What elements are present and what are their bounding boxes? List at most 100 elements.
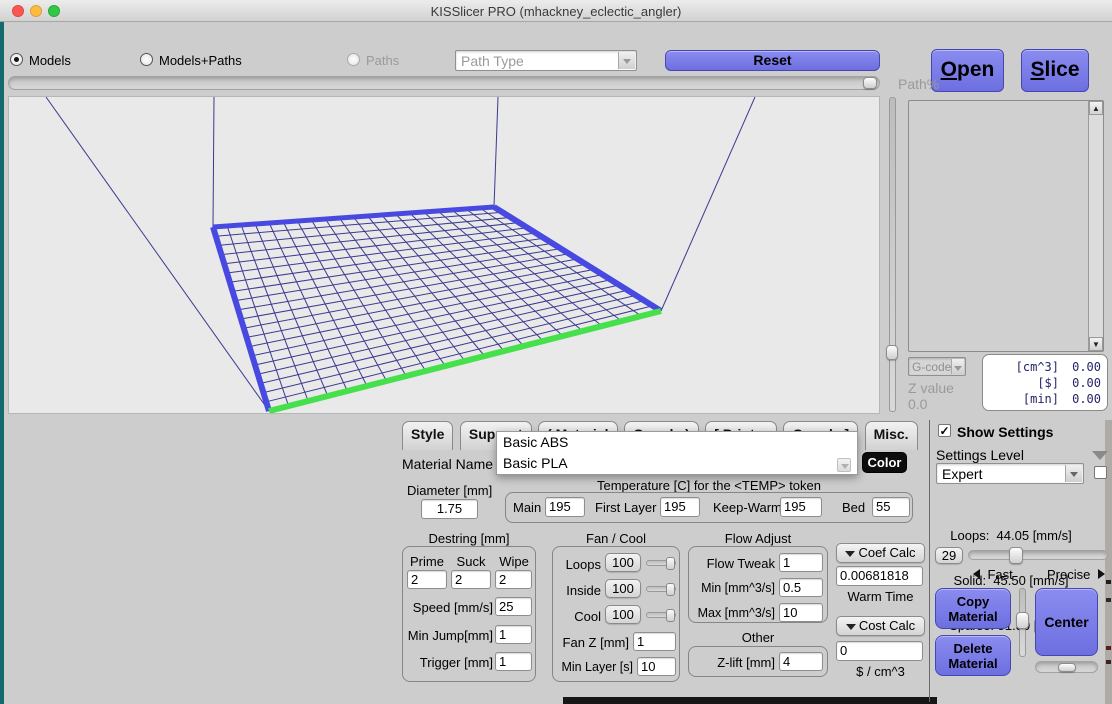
show-settings-checkbox[interactable]: ✓ xyxy=(938,424,951,437)
model-viewport[interactable] xyxy=(8,96,880,414)
destring-speed-input[interactable]: 25 xyxy=(495,597,532,616)
gcode-select: G-code xyxy=(908,357,966,376)
temp-bed-input[interactable]: 55 xyxy=(872,497,910,517)
cost-calc-button[interactable]: Cost Calc xyxy=(836,616,925,636)
flow-min-label: Min [mm^3/s] xyxy=(689,581,775,595)
color-button[interactable]: Color xyxy=(862,452,907,473)
z-value: 0.0 xyxy=(908,396,927,412)
flow-max-input[interactable]: 10 xyxy=(779,603,823,622)
z-lift-input[interactable]: 4 xyxy=(779,652,823,671)
down-triangle-icon xyxy=(845,551,855,557)
reset-button-label: Reset xyxy=(753,52,791,68)
fan-loops-slider[interactable] xyxy=(646,560,676,566)
stat-volume: [cm^3]0.00 xyxy=(989,359,1101,375)
reset-button[interactable]: Reset xyxy=(665,50,880,71)
min-layer-input[interactable]: 10 xyxy=(637,657,676,676)
destring-speed-label: Speed [mm/s] xyxy=(403,600,493,615)
material-vertical-slider[interactable] xyxy=(1016,588,1029,657)
delete-material-label: Delete Material xyxy=(948,641,998,671)
model-review-slider[interactable] xyxy=(8,76,880,90)
destring-min-jump-input[interactable]: 1 xyxy=(495,625,532,644)
diameter-input[interactable]: 1.75 xyxy=(421,499,478,519)
fan-inside-slider-handle[interactable] xyxy=(666,583,675,596)
detail-value-box[interactable]: 29 xyxy=(935,547,963,564)
print-stats-box: [cm^3]0.00 [$]0.00 [min]0.00 xyxy=(982,354,1108,411)
flow-max-label: Max [mm^3/s] xyxy=(689,606,775,620)
settings-level-select[interactable]: Expert xyxy=(936,463,1084,484)
precise-label: Precise xyxy=(1047,567,1090,582)
warm-time-label: Warm Time xyxy=(836,589,925,604)
open-button-label: Open xyxy=(932,58,1003,82)
fan-z-input[interactable]: 1 xyxy=(633,632,676,651)
min-layer-label: Min Layer [s] xyxy=(553,660,633,674)
fan-cool-slider[interactable] xyxy=(646,612,676,618)
model-list-scrollbar[interactable]: ▲ ▼ xyxy=(1088,101,1103,351)
color-button-label: Color xyxy=(868,455,902,470)
radio-models-paths-circle[interactable] xyxy=(140,53,153,66)
material-name-dropdown[interactable]: Basic ABS Basic PLA xyxy=(496,431,858,475)
radio-models-paths-label: Models+Paths xyxy=(159,53,242,68)
dropdown-item-basic-pla[interactable]: Basic PLA xyxy=(497,453,857,474)
settings-extra-checkbox[interactable] xyxy=(1094,466,1107,479)
collapse-triangle-icon[interactable] xyxy=(1092,451,1108,460)
temp-main-input[interactable]: 195 xyxy=(545,497,585,517)
fan-cool-slider-handle[interactable] xyxy=(666,609,675,622)
scroll-up-icon[interactable]: ▲ xyxy=(1089,101,1103,115)
radio-models-circle[interactable] xyxy=(10,53,23,66)
center-horizontal-slider[interactable] xyxy=(1035,661,1098,673)
fan-loops-slider-handle[interactable] xyxy=(666,557,675,570)
scroll-down-icon[interactable]: ▼ xyxy=(1089,337,1103,351)
fan-cool-group: Loops 100 Inside 100 Cool 100 Fan Z [mm]… xyxy=(552,546,680,682)
model-list-panel[interactable]: ▲ ▼ xyxy=(908,100,1104,352)
path-type-placeholder: Path Type xyxy=(461,53,524,69)
fan-cool-label: Cool xyxy=(553,609,601,624)
destring-suck-input[interactable]: 2 xyxy=(451,570,491,589)
material-vertical-slider-handle[interactable] xyxy=(1016,612,1029,629)
other-group: Z-lift [mm] 4 xyxy=(688,646,828,677)
slice-button[interactable]: Slice xyxy=(1021,49,1089,92)
fan-inside-slider[interactable] xyxy=(646,586,676,592)
path-slider-vertical[interactable] xyxy=(886,97,898,412)
chevron-down-icon xyxy=(618,52,635,69)
model-review-slider-handle[interactable] xyxy=(863,77,877,89)
destring-prime-label: Prime xyxy=(407,554,447,569)
temperature-title: Temperature [C] for the <TEMP> token xyxy=(505,478,913,493)
background-window-strip-bottom xyxy=(563,697,937,704)
open-button[interactable]: Open xyxy=(931,49,1004,92)
delete-material-button[interactable]: Delete Material xyxy=(935,635,1011,676)
flow-tweak-label: Flow Tweak xyxy=(689,556,775,571)
temp-keep-warm-input[interactable]: 195 xyxy=(780,497,822,517)
flow-adjust-group: Flow Tweak 1 Min [mm^3/s] 0.5 Max [mm^3/… xyxy=(688,546,828,623)
fast-precise-slider[interactable] xyxy=(968,550,1108,560)
flow-min-input[interactable]: 0.5 xyxy=(779,578,823,597)
temp-first-layer-input[interactable]: 195 xyxy=(660,497,700,517)
destring-prime-input[interactable]: 2 xyxy=(407,570,447,589)
copy-material-button[interactable]: Copy Material xyxy=(935,588,1011,629)
material-name-label: Material Name xyxy=(402,456,493,472)
window-title: KISSlicer PRO (mhackney_eclectic_angler) xyxy=(0,4,1112,19)
left-triangle-icon xyxy=(973,569,980,579)
fast-precise-slider-handle[interactable] xyxy=(1009,547,1023,564)
path-percent-label: Path% xyxy=(898,76,939,92)
coef-value-input[interactable]: 0.00681818 xyxy=(836,566,923,586)
destring-group: Prime Suck Wipe 2 2 2 Speed [mm/s] 25 Mi… xyxy=(402,546,536,682)
coef-calc-button[interactable]: Coef Calc xyxy=(836,543,925,563)
fan-loops-label: Loops xyxy=(553,557,601,572)
cost-value-input[interactable]: 0 xyxy=(836,641,923,661)
destring-wipe-input[interactable]: 2 xyxy=(495,570,532,589)
tab-misc[interactable]: Misc. xyxy=(865,421,918,450)
cost-unit-label: $ / cm^3 xyxy=(836,664,925,679)
center-button[interactable]: Center xyxy=(1035,588,1098,656)
center-horizontal-slider-handle[interactable] xyxy=(1058,663,1076,672)
path-slider-handle[interactable] xyxy=(886,345,898,360)
fan-inside-value[interactable]: 100 xyxy=(605,579,641,598)
settings-level-label: Settings Level xyxy=(936,447,1024,463)
fan-cool-value[interactable]: 100 xyxy=(605,605,641,624)
dropdown-item-basic-abs[interactable]: Basic ABS xyxy=(497,432,857,453)
fan-loops-value[interactable]: 100 xyxy=(605,553,641,572)
z-value-label: Z value xyxy=(908,380,954,396)
tab-style[interactable]: Style xyxy=(402,421,453,450)
destring-trigger-input[interactable]: 1 xyxy=(495,652,532,671)
panel-separator xyxy=(929,420,930,702)
flow-tweak-input[interactable]: 1 xyxy=(779,553,823,572)
